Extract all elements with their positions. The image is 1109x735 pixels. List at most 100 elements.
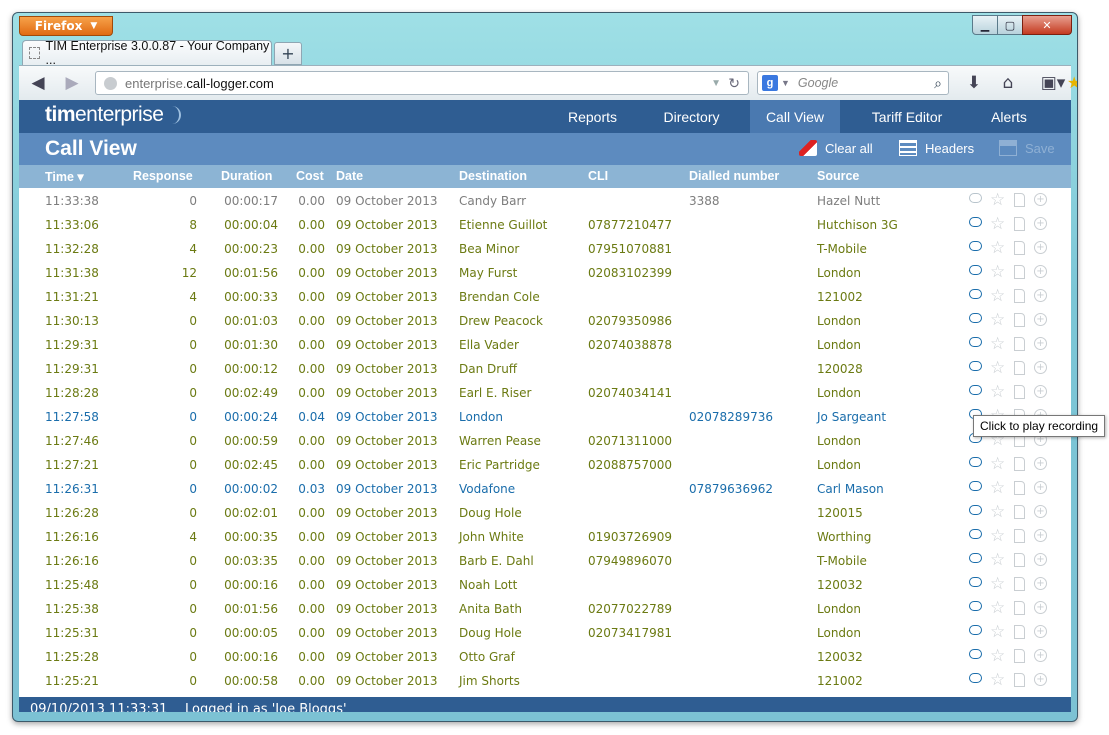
google-engine-icon[interactable]: g <box>762 75 778 91</box>
table-row[interactable]: 11:33:06 8 00:00:04 0.00 09 October 2013 Etie… <box>19 213 1071 237</box>
menu-call-view[interactable]: Call View <box>750 100 840 133</box>
table-row[interactable]: 11:28:28 0 00:02:49 0.00 09 October 2013 Earl… <box>19 381 1071 405</box>
star-icon[interactable]: ☆ <box>990 262 1005 282</box>
download-icon[interactable]: ⬇ <box>963 72 985 94</box>
headers-button[interactable]: Headers <box>899 140 974 156</box>
forward-arrow-icon[interactable]: ▶ <box>61 72 83 94</box>
close-window-button[interactable]: ✕ <box>1022 15 1072 35</box>
back-arrow-icon[interactable]: ◀ <box>27 72 49 94</box>
firefox-menu-button[interactable]: Firefox ▼ <box>19 16 113 36</box>
add-icon[interactable]: + <box>1034 505 1047 518</box>
menu-alerts[interactable]: Alerts <box>974 100 1044 133</box>
note-icon[interactable] <box>1014 529 1025 543</box>
star-icon[interactable]: ☆ <box>990 502 1005 522</box>
note-icon[interactable] <box>1014 193 1025 207</box>
star-icon[interactable]: ☆ <box>990 526 1005 546</box>
new-tab-button[interactable]: + <box>274 42 302 65</box>
note-icon[interactable] <box>1014 289 1025 303</box>
table-row[interactable]: 11:30:13 0 00:01:03 0.00 09 October 2013 Drew… <box>19 309 1071 333</box>
note-icon[interactable] <box>1014 457 1025 471</box>
star-icon[interactable]: ☆ <box>990 382 1005 402</box>
table-row[interactable]: 11:29:31 0 00:00:12 0.00 09 October 2013 Dan … <box>19 357 1071 381</box>
note-icon[interactable] <box>1014 601 1025 615</box>
note-icon[interactable] <box>1014 577 1025 591</box>
play-recording-icon[interactable] <box>969 601 982 611</box>
play-recording-icon[interactable] <box>969 505 982 515</box>
play-recording-icon[interactable] <box>969 457 982 467</box>
play-recording-icon[interactable] <box>969 385 982 395</box>
note-icon[interactable] <box>1014 385 1025 399</box>
col-dialled-number[interactable]: Dialled number <box>689 169 779 183</box>
table-row[interactable]: 11:27:58 0 00:00:24 0.04 09 October 2013 Lond… <box>19 405 1071 429</box>
play-recording-icon[interactable] <box>969 265 982 275</box>
note-icon[interactable] <box>1014 481 1025 495</box>
add-icon[interactable]: + <box>1034 217 1047 230</box>
note-icon[interactable] <box>1014 265 1025 279</box>
add-icon[interactable]: + <box>1034 361 1047 374</box>
browser-tab[interactable]: TIM Enterprise 3.0.0.87 - Your Company .… <box>22 39 272 67</box>
star-icon[interactable]: ☆ <box>990 478 1005 498</box>
col-source[interactable]: Source <box>817 169 859 183</box>
table-row[interactable]: 11:27:21 0 00:02:45 0.00 09 October 2013 Eric… <box>19 453 1071 477</box>
save-button[interactable]: Save <box>999 140 1055 156</box>
add-icon[interactable]: + <box>1034 265 1047 278</box>
table-row[interactable]: 11:31:21 4 00:00:33 0.00 09 October 2013 Bren… <box>19 285 1071 309</box>
play-recording-icon[interactable] <box>969 313 982 323</box>
add-icon[interactable]: + <box>1034 577 1047 590</box>
minimize-button[interactable]: ▁ <box>972 15 998 35</box>
table-row[interactable]: 11:29:31 0 00:01:30 0.00 09 October 2013 Ella… <box>19 333 1071 357</box>
table-row[interactable]: 11:26:28 0 00:02:01 0.00 09 October 2013 Doug… <box>19 501 1071 525</box>
table-row[interactable]: 11:26:16 4 00:00:35 0.00 09 October 2013 John… <box>19 525 1071 549</box>
col-cost[interactable]: Cost <box>296 169 324 183</box>
play-recording-icon[interactable] <box>969 241 982 251</box>
table-row[interactable]: 11:25:31 0 00:00:05 0.00 09 October 2013 Doug… <box>19 621 1071 645</box>
add-icon[interactable]: + <box>1034 649 1047 662</box>
site-identity-icon[interactable] <box>104 76 117 90</box>
star-icon[interactable]: ☆ <box>990 358 1005 378</box>
add-icon[interactable]: + <box>1034 553 1047 566</box>
menu-reports[interactable]: Reports <box>550 100 635 133</box>
play-recording-icon[interactable] <box>969 673 982 683</box>
star-icon[interactable]: ☆ <box>990 310 1005 330</box>
table-row[interactable]: 11:27:46 0 00:00:59 0.00 09 October 2013 Warr… <box>19 429 1071 453</box>
table-row[interactable]: 11:25:21 0 00:00:58 0.00 09 October 2013 Jim … <box>19 669 1071 693</box>
play-recording-icon[interactable] <box>969 361 982 371</box>
col-cli[interactable]: CLI <box>588 169 608 183</box>
add-icon[interactable]: + <box>1034 625 1047 638</box>
play-recording-icon[interactable] <box>969 625 982 635</box>
play-recording-icon[interactable] <box>969 577 982 587</box>
note-icon[interactable] <box>1014 337 1025 351</box>
table-row[interactable]: 11:33:38 0 00:00:17 0.00 09 October 2013 Cand… <box>19 189 1071 213</box>
star-icon[interactable]: ☆ <box>990 574 1005 594</box>
address-bar[interactable]: enterprise.call-logger.com ★ ▼ ↻ <box>95 71 1077 95</box>
add-icon[interactable]: + <box>1034 457 1047 470</box>
add-icon[interactable]: + <box>1034 313 1047 326</box>
note-icon[interactable] <box>1014 673 1025 687</box>
home-icon[interactable]: ⌂ <box>997 72 1019 94</box>
star-icon[interactable]: ☆ <box>990 670 1005 690</box>
play-recording-icon[interactable] <box>969 481 982 491</box>
table-row[interactable]: 11:32:28 4 00:00:23 0.00 09 October 2013 Bea … <box>19 237 1071 261</box>
star-icon[interactable]: ☆ <box>990 646 1005 666</box>
col-destination[interactable]: Destination <box>459 169 527 183</box>
table-row[interactable]: 11:25:38 0 00:01:56 0.00 09 October 2013 Anit… <box>19 597 1071 621</box>
add-icon[interactable]: + <box>1034 337 1047 350</box>
note-icon[interactable] <box>1014 649 1025 663</box>
history-dropdown-icon[interactable]: ▼ <box>711 78 721 89</box>
add-icon[interactable]: + <box>1034 289 1047 302</box>
note-icon[interactable] <box>1014 553 1025 567</box>
search-icon[interactable]: ⌕ <box>934 75 942 92</box>
star-icon[interactable]: ☆ <box>990 550 1005 570</box>
add-icon[interactable]: + <box>1034 241 1047 254</box>
star-icon[interactable]: ☆ <box>990 214 1005 234</box>
star-icon[interactable]: ☆ <box>990 334 1005 354</box>
note-icon[interactable] <box>1014 313 1025 327</box>
play-recording-icon[interactable] <box>969 337 982 347</box>
play-recording-icon[interactable] <box>969 529 982 539</box>
bookmarks-menu-icon[interactable]: ▣▾ <box>1035 72 1071 94</box>
star-icon[interactable]: ☆ <box>990 238 1005 258</box>
note-icon[interactable] <box>1014 505 1025 519</box>
table-row[interactable]: 11:31:38 12 00:01:56 0.00 09 October 2013 May… <box>19 261 1071 285</box>
search-box[interactable]: g ▼ Google ⌕ <box>757 71 949 95</box>
play-recording-icon[interactable] <box>969 217 982 227</box>
